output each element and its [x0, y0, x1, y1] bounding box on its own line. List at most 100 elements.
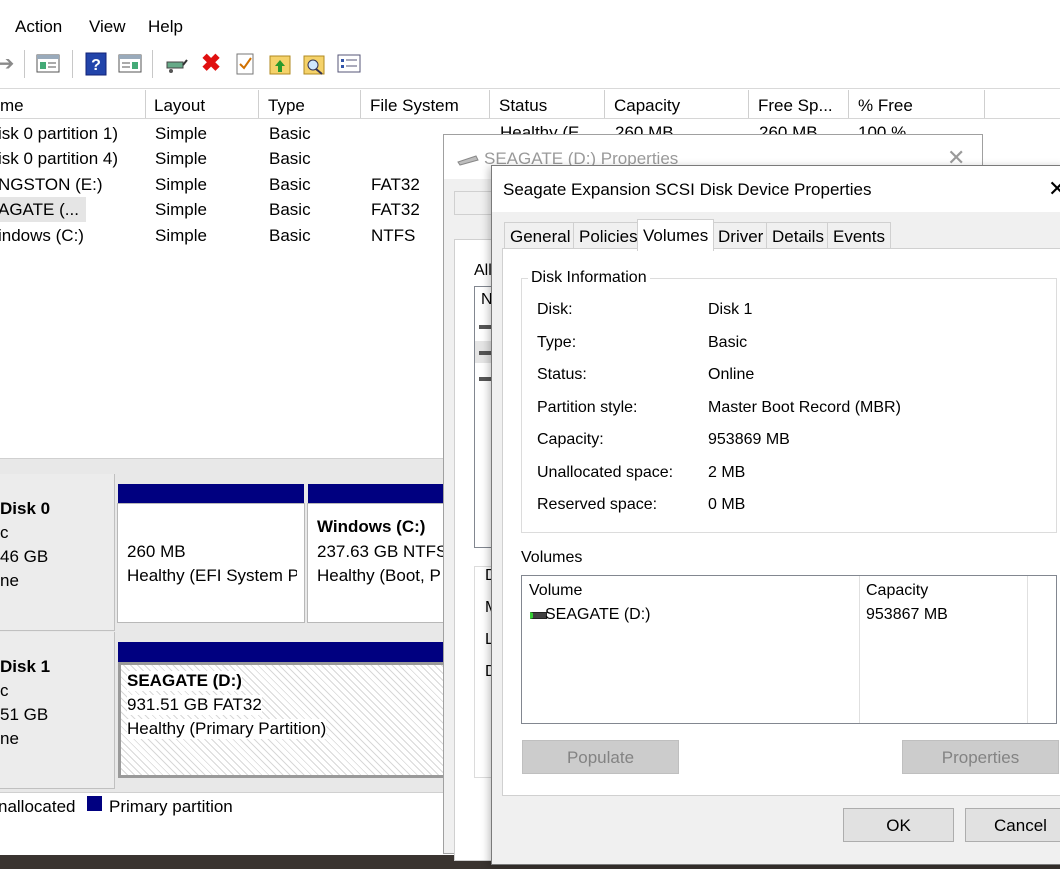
drive-icon	[456, 151, 480, 171]
action-pane-icon[interactable]	[118, 52, 142, 76]
volume-type: Basic	[269, 124, 311, 143]
partition-name: SEAGATE (D:)	[127, 671, 242, 691]
info-label-disk: Disk:	[537, 301, 573, 318]
column-volume[interactable]: Volume	[529, 582, 582, 600]
volume-file-system: FAT32	[371, 175, 420, 194]
info-label-partition-style: Partition style:	[537, 399, 638, 416]
disk0-label[interactable]: Disk 0 c 46 GB ne	[0, 474, 115, 631]
partition-size: 237.63 GB NTFS	[317, 542, 448, 561]
partition-status: Healthy (Primary Partition)	[127, 719, 327, 739]
legend-primary-swatch	[87, 796, 102, 811]
info-value-type: Basic	[708, 334, 748, 351]
info-value-disk: Disk 1	[708, 301, 753, 318]
volume-name: NGSTON (E:)	[0, 175, 103, 194]
volume-row[interactable]: isk 0 partition 1) Simple Basic	[0, 121, 450, 146]
volume-list-header: me Layout Type File System Status Capaci…	[0, 90, 1060, 119]
search-folder-icon[interactable]	[302, 52, 326, 76]
volume-layout: Simple	[155, 226, 207, 245]
column-capacity[interactable]: Capacity	[605, 90, 749, 118]
toolbar-separator	[152, 50, 153, 78]
partition-bar	[308, 484, 450, 504]
list-view-icon[interactable]	[337, 52, 361, 76]
tab-general[interactable]: General	[504, 222, 577, 250]
cancel-button[interactable]: Cancel	[965, 808, 1060, 842]
column-file-system[interactable]: File System	[361, 90, 490, 118]
partition-seagate-selected[interactable]: SEAGATE (D:) 931.51 GB FAT32 Healthy (Pr…	[118, 662, 450, 778]
menu-view[interactable]: View	[89, 17, 126, 37]
partition-windows[interactable]: Windows (C:) 237.63 GB NTFS Healthy (Boo…	[307, 503, 451, 623]
up-folder-icon[interactable]	[268, 52, 292, 76]
ok-button[interactable]: OK	[843, 808, 954, 842]
volume-type: Basic	[269, 175, 311, 194]
properties-button[interactable]: Properties	[902, 740, 1059, 774]
list-caption: All	[474, 262, 492, 279]
volume-row[interactable]: NGSTON (E:) Simple Basic FAT32	[0, 172, 450, 197]
volume-name: AGATE (...	[0, 197, 86, 222]
partition-status: Healthy (Boot, P	[317, 566, 441, 585]
volume-layout: Simple	[155, 124, 207, 143]
volumes-list[interactable]: Volume Capacity SEAGATE (D:) 953867 MB	[521, 575, 1057, 724]
volume-name: isk 0 partition 1)	[0, 124, 118, 143]
menu-action[interactable]: Action	[15, 17, 62, 37]
disk-size: 51 GB	[0, 705, 49, 724]
info-value-unallocated-space: 2 MB	[708, 464, 746, 481]
title-bar[interactable]: Seagate Expansion SCSI Disk Device Prope…	[492, 166, 1060, 212]
populate-button[interactable]: Populate	[522, 740, 679, 774]
legend: nallocated Primary partition	[0, 792, 450, 821]
svg-text:?: ?	[91, 57, 101, 74]
disk-name: Disk 1	[0, 657, 51, 676]
partition-size: 260 MB	[127, 542, 186, 561]
column-divider	[859, 576, 860, 723]
menu-bar: Action View Help	[0, 0, 1060, 45]
disk-size: 46 GB	[0, 547, 49, 566]
column-percent-free[interactable]: % Free	[849, 90, 985, 118]
toolbar: ➔ ? ✖	[0, 44, 1060, 89]
volume-list-row[interactable]: SEAGATE (D:) 953867 MB	[522, 603, 1056, 627]
info-label-unallocated-space: Unallocated space:	[537, 464, 674, 481]
column-divider	[1027, 576, 1028, 723]
info-label-type: Type:	[537, 334, 577, 351]
group-title: Disk Information	[528, 269, 650, 287]
column-status[interactable]: Status	[490, 90, 605, 118]
properties-check-icon[interactable]	[233, 52, 257, 76]
volume-type: Basic	[269, 200, 311, 219]
column-name[interactable]: me	[0, 90, 146, 118]
tab-details[interactable]: Details	[766, 222, 830, 250]
volume-layout: Simple	[155, 200, 207, 219]
column-capacity[interactable]: Capacity	[866, 582, 928, 600]
volume-capacity: 953867 MB	[866, 606, 948, 623]
disk-status: ne	[0, 729, 19, 748]
volume-row[interactable]: isk 0 partition 4) Simple Basic	[0, 146, 450, 171]
volume-name: SEAGATE (D:)	[545, 606, 651, 623]
volume-row-selected[interactable]: AGATE (... Simple Basic FAT32	[0, 197, 450, 222]
disk-type: c	[0, 681, 9, 700]
volume-file-system: FAT32	[371, 200, 420, 219]
disk1-label[interactable]: Disk 1 c 51 GB ne	[0, 632, 115, 789]
column-free-space[interactable]: Free Sp...	[749, 90, 849, 118]
partition-bar	[118, 642, 450, 662]
info-value-partition-style: Master Boot Record (MBR)	[708, 399, 901, 416]
tab-volumes[interactable]: Volumes	[637, 219, 715, 251]
volume-layout: Simple	[155, 175, 207, 194]
tab-driver[interactable]: Driver	[712, 222, 770, 250]
volumes-label: Volumes	[521, 549, 583, 566]
partition-efi[interactable]: 260 MB Healthy (EFI System P	[117, 503, 305, 623]
show-hide-console-tree-icon[interactable]	[36, 52, 60, 76]
window-title: Seagate Expansion SCSI Disk Device Prope…	[503, 180, 872, 199]
info-value-capacity: 953869 MB	[708, 431, 790, 448]
delete-icon[interactable]: ✖	[199, 52, 223, 76]
tab-policies[interactable]: Policies	[573, 222, 644, 250]
tab-events[interactable]: Events	[827, 222, 891, 250]
info-label-reserved-space: Reserved space:	[537, 496, 658, 513]
connect-disk-icon[interactable]	[164, 52, 188, 76]
column-layout[interactable]: Layout	[145, 90, 259, 118]
column-type[interactable]: Type	[259, 90, 361, 118]
info-value-reserved-space: 0 MB	[708, 496, 746, 513]
close-icon[interactable]: ✕	[1048, 176, 1060, 202]
forward-arrow-icon[interactable]: ➔	[0, 52, 18, 76]
partition-name: Windows (C:)	[317, 517, 426, 536]
menu-help[interactable]: Help	[148, 17, 183, 37]
volume-row[interactable]: indows (C:) Simple Basic NTFS	[0, 223, 450, 248]
partition-size: 931.51 GB FAT32	[127, 695, 262, 715]
help-icon[interactable]: ?	[84, 52, 108, 76]
